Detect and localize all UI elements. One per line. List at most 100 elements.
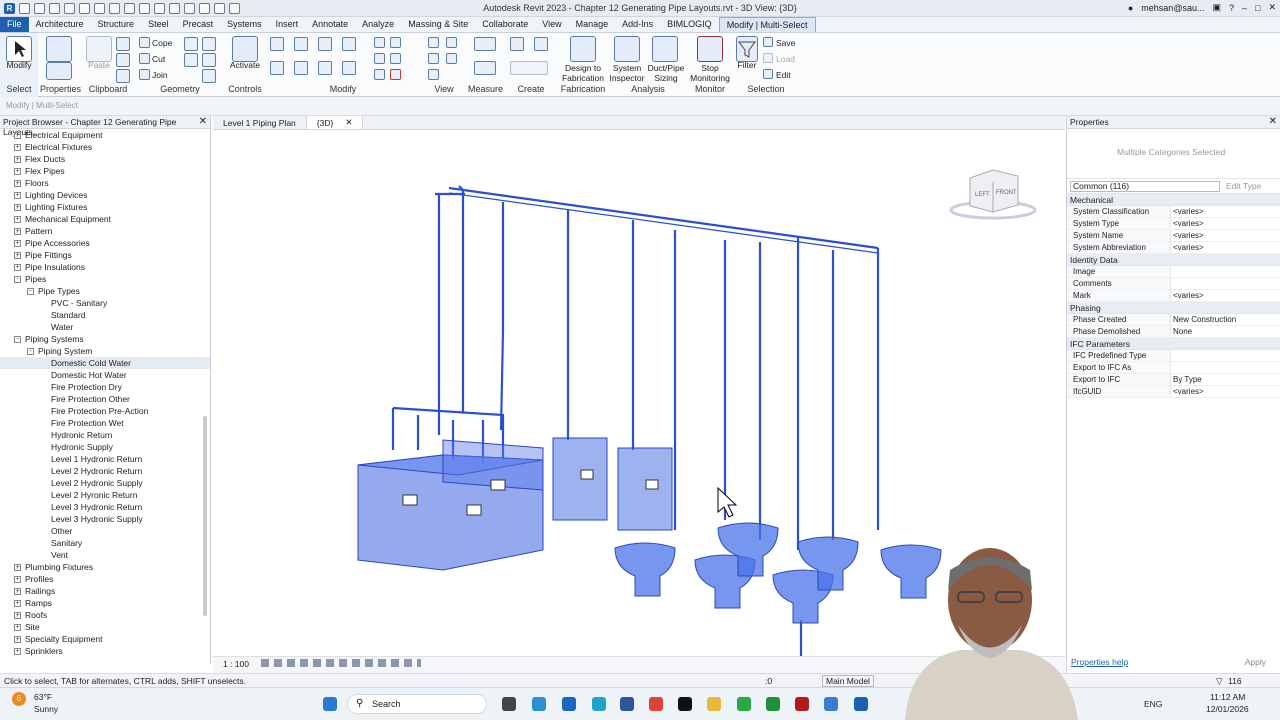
revit-taskbar-icon[interactable]	[854, 697, 868, 711]
array-icon[interactable]	[374, 53, 385, 64]
ribbon-tab-architecture[interactable]: Architecture	[29, 17, 91, 32]
tree-item[interactable]: Level 3 Hydronic Supply	[0, 513, 210, 525]
expand-icon[interactable]: +	[14, 204, 21, 212]
tree-item[interactable]: + Flex Pipes	[0, 165, 210, 177]
close-icon[interactable]: ✕	[345, 117, 352, 128]
property-section[interactable]: Phasing	[1067, 302, 1280, 314]
split-icon[interactable]	[374, 37, 385, 48]
tree-item[interactable]: + Pipe Fittings	[0, 249, 210, 261]
workset-zero[interactable]: :0	[765, 676, 772, 686]
chrome-icon[interactable]	[649, 697, 663, 711]
3d-view-icon[interactable]	[169, 2, 180, 14]
section-icon[interactable]	[184, 2, 195, 14]
ribbon-tab-systems[interactable]: Systems	[220, 17, 269, 32]
ribbon-tab-structure[interactable]: Structure	[91, 17, 142, 32]
property-value[interactable]: By Type	[1171, 374, 1280, 385]
property-value[interactable]	[1171, 350, 1280, 361]
property-value[interactable]: <varies>	[1171, 290, 1280, 301]
duct-pipe-label[interactable]: Duct/Pipe	[644, 63, 688, 73]
paint-icon[interactable]	[184, 53, 198, 67]
water-heater-units[interactable]	[552, 437, 673, 531]
tiktok-icon[interactable]	[678, 697, 692, 711]
design-to-fabrication-icon[interactable]	[570, 36, 596, 62]
cope-button[interactable]: Cope	[152, 38, 172, 48]
view-scale[interactable]: 1 : 100	[223, 659, 249, 669]
load-selection-icon[interactable]	[763, 53, 773, 63]
tree-item[interactable]: + Mechanical Equipment	[0, 213, 210, 225]
tree-item[interactable]: + Pipe Insulations	[0, 261, 210, 273]
cut-button[interactable]: Cut	[152, 54, 165, 64]
split-face-icon[interactable]	[202, 37, 216, 51]
tree-item[interactable]: PVC - Sanitary	[0, 297, 210, 309]
view-tab[interactable]: Level 1 Piping Plan	[213, 116, 306, 129]
expand-icon[interactable]: +	[14, 192, 21, 200]
acrobat-icon[interactable]	[795, 697, 809, 711]
design-to-label[interactable]: Design to	[558, 63, 608, 73]
app-icon-4[interactable]	[824, 697, 838, 711]
tree-item[interactable]: + Lighting Fixtures	[0, 201, 210, 213]
move-icon[interactable]	[270, 61, 284, 75]
temp-hide-icon[interactable]	[428, 53, 439, 64]
design-option-model[interactable]: Main Model	[822, 675, 874, 687]
app-icon-2[interactable]	[737, 697, 751, 711]
match-properties-icon[interactable]	[116, 69, 130, 83]
ribbon-tab-bimlogiq[interactable]: BIMLOGIQ	[660, 17, 719, 32]
property-value[interactable]: <varies>	[1171, 386, 1280, 397]
clock-date[interactable]: 12/01/2026	[1206, 704, 1249, 714]
modify-button-label[interactable]: Modify	[4, 60, 34, 70]
thin-lines-icon[interactable]	[199, 2, 210, 14]
app-icon-1[interactable]	[532, 697, 546, 711]
stop-label[interactable]: Stop	[688, 63, 732, 73]
duct-pipe-sizing-icon[interactable]	[652, 36, 678, 62]
ribbon-tab-steel[interactable]: Steel	[141, 17, 176, 32]
ribbon-tab-modify-multi-select[interactable]: Modify | Multi-Select	[718, 17, 816, 32]
expand-icon[interactable]: +	[14, 132, 21, 140]
task-view-icon[interactable]	[502, 697, 516, 711]
selection-filter-icon[interactable]: ▽	[1216, 676, 1223, 687]
collapse-icon[interactable]: -	[14, 336, 21, 344]
property-section[interactable]: IFC Parameters	[1067, 338, 1280, 350]
expand-icon[interactable]: +	[14, 624, 21, 632]
ribbon-tab-precast[interactable]: Precast	[176, 17, 221, 32]
tree-item[interactable]: + Specialty Equipment	[0, 633, 210, 645]
property-value[interactable]: <varies>	[1171, 242, 1280, 253]
cope-icon[interactable]	[139, 37, 150, 48]
filter-button[interactable]: Filter	[734, 60, 760, 70]
sync-icon[interactable]	[64, 2, 75, 14]
toilet-fixtures[interactable]	[614, 522, 942, 624]
rotate-icon[interactable]	[318, 61, 332, 75]
tree-item[interactable]: Hydronic Supply	[0, 441, 210, 453]
home-icon[interactable]	[19, 2, 30, 14]
stop-monitoring-icon[interactable]	[697, 36, 723, 62]
create-assembly-icon[interactable]	[510, 37, 524, 51]
hide-icon[interactable]	[428, 37, 439, 48]
weather-temp[interactable]: 63°F	[34, 692, 52, 702]
sizing-label[interactable]: Sizing	[644, 73, 688, 83]
tree-item[interactable]: Vent	[0, 549, 210, 561]
tree-item[interactable]: Fire Protection Wet	[0, 417, 210, 429]
expand-icon[interactable]: +	[14, 216, 21, 224]
close-icon[interactable]: ✕	[1269, 116, 1277, 127]
ribbon-tab-insert[interactable]: Insert	[269, 17, 306, 32]
expand-icon[interactable]: +	[14, 264, 21, 272]
tree-item[interactable]: + Flex Ducts	[0, 153, 210, 165]
linework-icon[interactable]	[446, 53, 457, 64]
measure-icon[interactable]	[124, 2, 135, 14]
tree-item[interactable]: + Site	[0, 621, 210, 633]
redo-icon[interactable]	[94, 2, 105, 14]
edit-type-button[interactable]: Edit Type	[1226, 181, 1261, 191]
scale-icon[interactable]	[390, 53, 401, 64]
property-section[interactable]: Mechanical	[1067, 194, 1280, 206]
system-inspector-icon[interactable]	[614, 36, 640, 62]
tree-item[interactable]: - Piping System	[0, 345, 210, 357]
join-button[interactable]: Join	[152, 70, 168, 80]
tree-item[interactable]: + Lighting Devices	[0, 189, 210, 201]
minimize-icon[interactable]: –	[1242, 3, 1247, 13]
pin-icon[interactable]	[374, 69, 385, 80]
override-icon[interactable]	[446, 37, 457, 48]
wall-joins-icon[interactable]	[184, 37, 198, 51]
tree-item[interactable]: Sanitary	[0, 537, 210, 549]
maximize-icon[interactable]: □	[1255, 3, 1260, 13]
tree-item[interactable]: Domestic Cold Water	[0, 357, 210, 369]
delete-icon[interactable]	[390, 69, 401, 80]
